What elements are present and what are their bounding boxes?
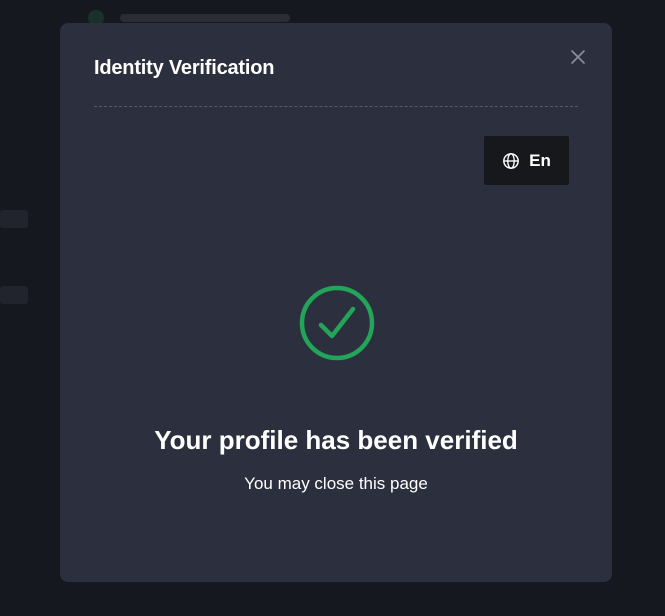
globe-icon [503, 152, 520, 169]
background-element [0, 286, 28, 304]
close-button[interactable] [567, 46, 589, 68]
verification-status-message: You may close this page [244, 474, 428, 493]
modal-title: Identity Verification [94, 57, 275, 79]
check-circle-icon [299, 285, 375, 361]
identity-verification-modal: Identity Verification En Your profile ha… [60, 23, 612, 582]
close-icon [571, 50, 585, 64]
language-select-button[interactable]: En [484, 136, 569, 185]
header-divider [94, 106, 578, 107]
background-status-text [120, 14, 290, 22]
background-element [0, 210, 28, 228]
verification-status-headline: Your profile has been verified [154, 425, 518, 455]
language-label: En [529, 150, 551, 170]
